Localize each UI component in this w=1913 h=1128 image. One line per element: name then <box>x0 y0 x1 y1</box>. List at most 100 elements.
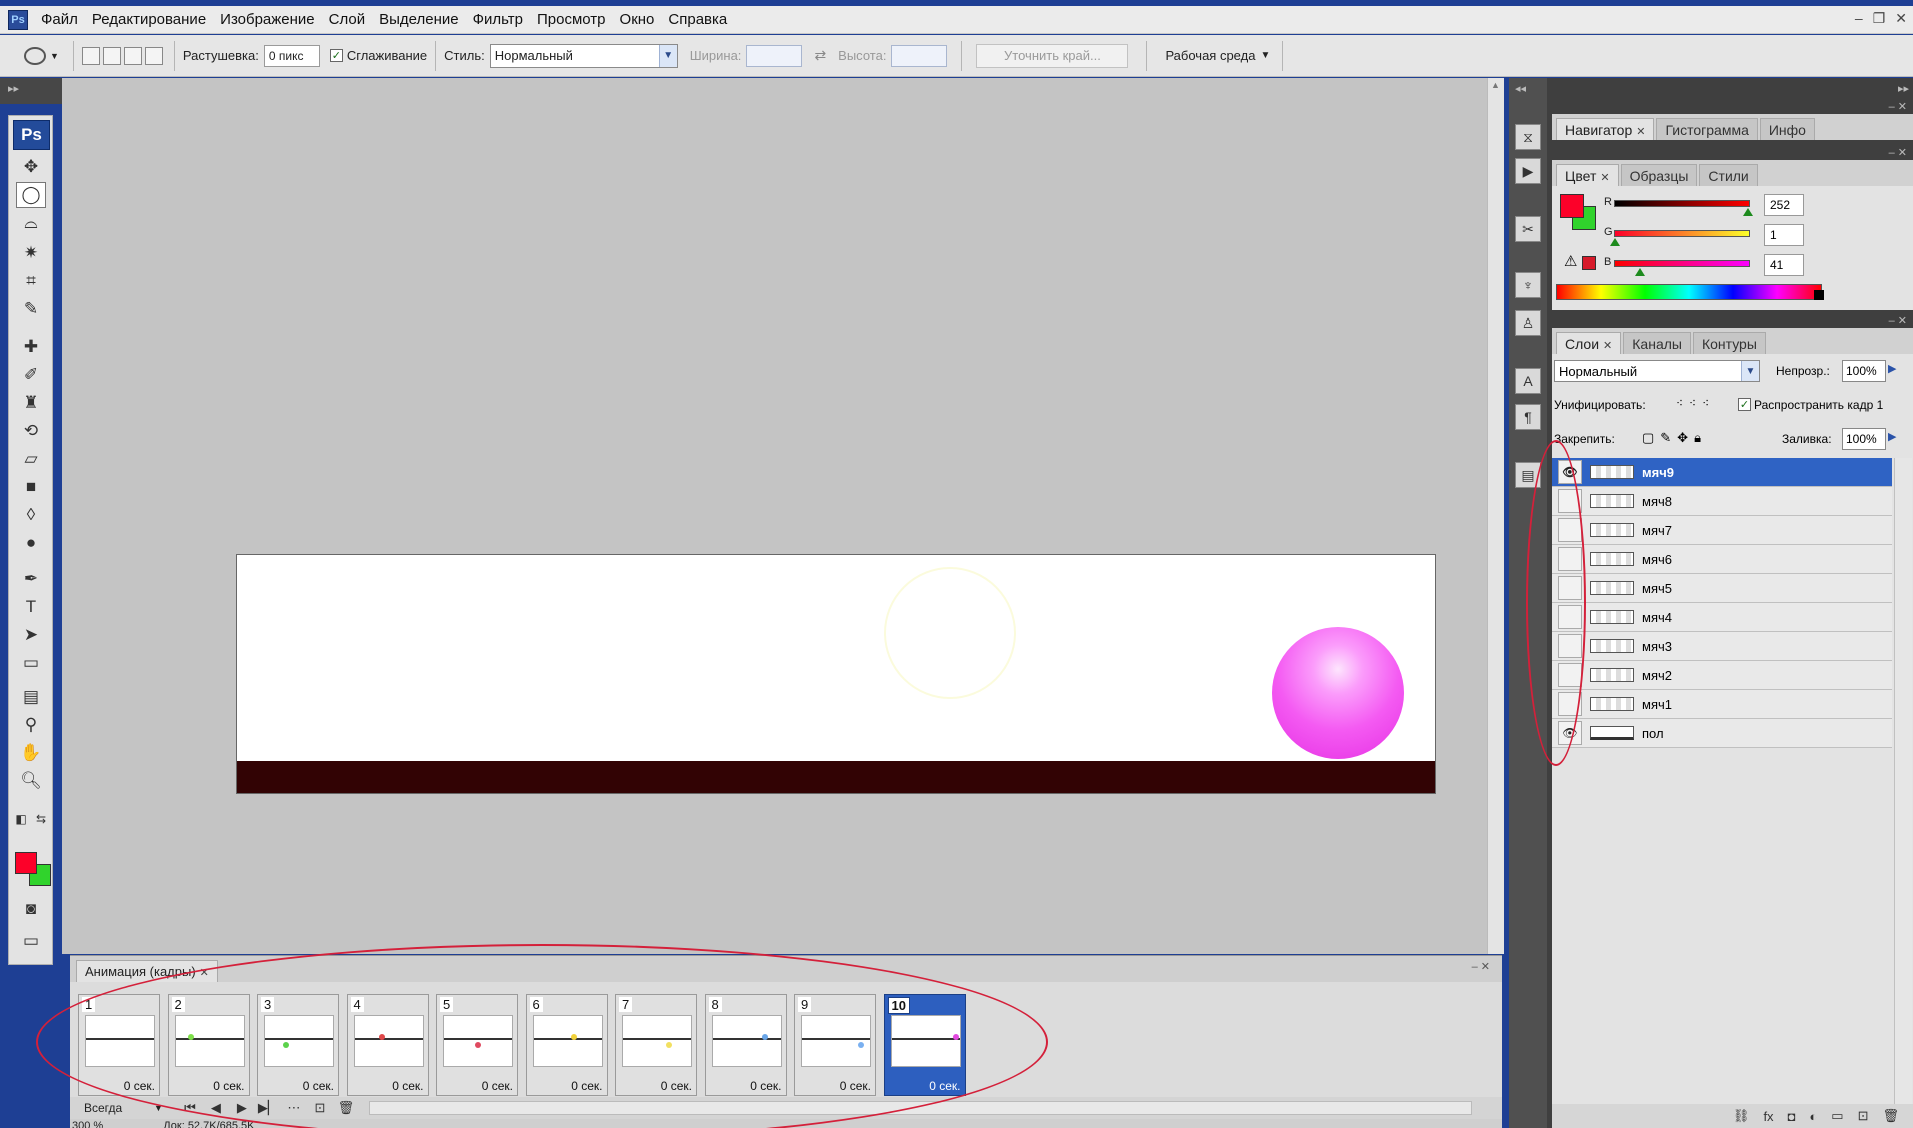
history-brush-icon[interactable]: ⟲ <box>16 418 46 444</box>
dodge-icon[interactable]: ● <box>16 530 46 556</box>
scroll-up-icon[interactable]: ▲ <box>1491 80 1500 90</box>
spectrum-black-swatch[interactable] <box>1814 290 1824 300</box>
frame-delay[interactable]: 0 сек. <box>303 1079 334 1093</box>
notes-icon[interactable]: ▤ <box>16 684 46 710</box>
clone-stamp-icon[interactable]: ♜ <box>16 390 46 416</box>
menu-item-2[interactable]: Редактирование <box>85 6 213 34</box>
menu-item-6[interactable]: Фильтр <box>466 6 530 34</box>
minimize-icon[interactable]: – <box>1855 10 1863 27</box>
antialias-checkbox[interactable]: ✓ <box>329 49 343 62</box>
menu-item-4[interactable]: Слой <box>322 6 372 34</box>
brushes-panel-icon[interactable]: ♆ <box>1515 272 1541 298</box>
eye-icon[interactable]: 👁︎ <box>1558 460 1582 484</box>
layer-row[interactable]: 👁︎ мяч9 <box>1552 458 1892 487</box>
menu-item-9[interactable]: Справка <box>661 6 734 34</box>
panel-minimize-icon[interactable]: – ✕ <box>1889 146 1907 159</box>
brush-icon[interactable]: ✐ <box>16 362 46 388</box>
link-icon[interactable]: ⛓ <box>1733 1108 1750 1124</box>
tab-layers[interactable]: Слои ✕ <box>1556 332 1622 354</box>
mask-icon[interactable]: ◘ <box>1788 1109 1796 1124</box>
adjustment-icon[interactable]: ◐ <box>1809 1109 1817 1124</box>
play-icon[interactable]: ▶ <box>229 1100 255 1116</box>
gradient-icon[interactable]: ■ <box>16 474 46 500</box>
visibility-toggle[interactable] <box>1558 605 1582 629</box>
add-selection-icon[interactable] <box>102 46 121 65</box>
dock-collapse-icon[interactable]: ◂◂ <box>1515 82 1526 95</box>
ellipse-marquee-icon[interactable]: ◯ <box>16 182 46 208</box>
animation-frame[interactable]: 4 0 сек. <box>346 994 429 1096</box>
paragraph-panel-icon[interactable]: ¶ <box>1515 404 1541 430</box>
chevron-down-icon[interactable]: ▼ <box>154 1103 163 1113</box>
layer-row[interactable]: мяч5 <box>1552 574 1892 603</box>
frame-delay[interactable]: 0 сек. <box>392 1079 423 1093</box>
refine-edge-button[interactable]: Уточнить край... <box>976 43 1129 68</box>
propagate-checkbox[interactable]: ✓ <box>1738 398 1751 411</box>
animation-frame[interactable]: 5 0 сек. <box>436 994 518 1096</box>
animation-frame[interactable]: 6 0 сек. <box>525 994 608 1096</box>
visibility-toggle[interactable] <box>1558 576 1582 600</box>
frame-delay[interactable]: 0 сек. <box>750 1079 781 1093</box>
blur-icon[interactable]: ◊ <box>16 502 46 528</box>
crop-icon[interactable]: ⌗ <box>16 268 46 294</box>
visibility-toggle[interactable] <box>1558 489 1582 513</box>
clone-source-icon[interactable]: ♙ <box>1515 310 1541 336</box>
r-slider[interactable] <box>1614 200 1750 207</box>
close-icon[interactable]: ✕ <box>1600 172 1609 184</box>
tab-color[interactable]: Цвет ✕ <box>1556 164 1619 186</box>
move-tool-icon[interactable]: ✥ <box>16 154 46 180</box>
panels-collapse-icon[interactable]: ▸▸ <box>1898 82 1909 95</box>
delete-frame-icon[interactable]: 🗑︎ <box>333 1100 359 1116</box>
character-panel-icon[interactable]: A <box>1515 368 1541 394</box>
menu-item-3[interactable]: Изображение <box>213 6 322 34</box>
animation-frame[interactable]: 9 0 сек. <box>794 994 876 1096</box>
visibility-toggle[interactable] <box>1558 663 1582 687</box>
new-layer-icon[interactable]: ⊡ <box>1858 1108 1869 1124</box>
menu-item-8[interactable]: Окно <box>613 6 662 34</box>
close-icon[interactable]: ✕ <box>1895 10 1907 27</box>
opacity-input[interactable]: 100% <box>1842 360 1886 382</box>
animation-frame[interactable]: 3 0 сек. <box>257 994 339 1096</box>
tab-channels[interactable]: Каналы <box>1623 332 1691 354</box>
animation-frame[interactable]: 2 0 сек. <box>167 994 250 1096</box>
vertical-scrollbar[interactable]: ▲ <box>1487 78 1504 954</box>
layer-row[interactable]: мяч2 <box>1552 661 1892 690</box>
layer-row[interactable]: мяч1 <box>1552 690 1892 719</box>
height-input[interactable] <box>891 44 948 67</box>
tab-navigator[interactable]: Навигатор ✕ <box>1556 118 1655 140</box>
frame-delay[interactable]: 0 сек. <box>661 1079 692 1093</box>
color-fg-swatch[interactable] <box>1560 194 1584 218</box>
swap-colors-icon[interactable]: ⇆ <box>33 806 49 832</box>
animation-frame[interactable]: 7 0 сек. <box>615 994 697 1096</box>
lasso-icon[interactable]: ⌓ <box>16 210 46 236</box>
close-icon[interactable]: ✕ <box>200 967 209 979</box>
style-select[interactable]: Нормальный ▼ <box>489 43 678 68</box>
eraser-icon[interactable]: ▱ <box>16 446 46 472</box>
fill-input[interactable]: 100% <box>1842 428 1886 450</box>
subtract-selection-icon[interactable] <box>123 46 142 65</box>
shape-icon[interactable]: ▭ <box>16 650 46 676</box>
intersect-selection-icon[interactable] <box>144 46 163 65</box>
layer-row[interactable]: 👁︎ пол <box>1552 719 1892 748</box>
visibility-toggle[interactable] <box>1558 692 1582 716</box>
tab-paths[interactable]: Контуры <box>1692 332 1766 354</box>
pen-icon[interactable]: ✒ <box>16 566 46 592</box>
r-slider-thumb[interactable] <box>1743 208 1753 216</box>
zoom-level[interactable]: 300 % <box>72 1120 103 1128</box>
panel-minimize-icon[interactable]: – ✕ <box>1889 314 1907 327</box>
zoom-icon[interactable]: 🔍︎ <box>16 768 46 794</box>
animation-frame[interactable]: 1 0 сек. <box>78 994 160 1096</box>
color-spectrum-bar[interactable] <box>1556 284 1822 300</box>
feather-input[interactable]: 0 пикс <box>263 44 320 67</box>
new-selection-icon[interactable] <box>81 46 100 65</box>
tool-presets-icon[interactable]: ✂ <box>1515 216 1541 242</box>
frame-delay[interactable]: 0 сек. <box>929 1079 960 1093</box>
foreground-color-swatch[interactable] <box>15 852 37 874</box>
swap-icon[interactable]: ⇄ <box>814 47 826 64</box>
unify-icons[interactable]: ⁖⁖⁖ <box>1676 396 1715 410</box>
frame-delay[interactable]: 0 сек. <box>124 1079 155 1093</box>
b-slider-thumb[interactable] <box>1635 268 1645 276</box>
layer-row[interactable]: мяч7 <box>1552 516 1892 545</box>
g-value-input[interactable]: 1 <box>1764 224 1804 246</box>
tween-icon[interactable]: ⋯ <box>281 1100 307 1116</box>
r-value-input[interactable]: 252 <box>1764 194 1804 216</box>
